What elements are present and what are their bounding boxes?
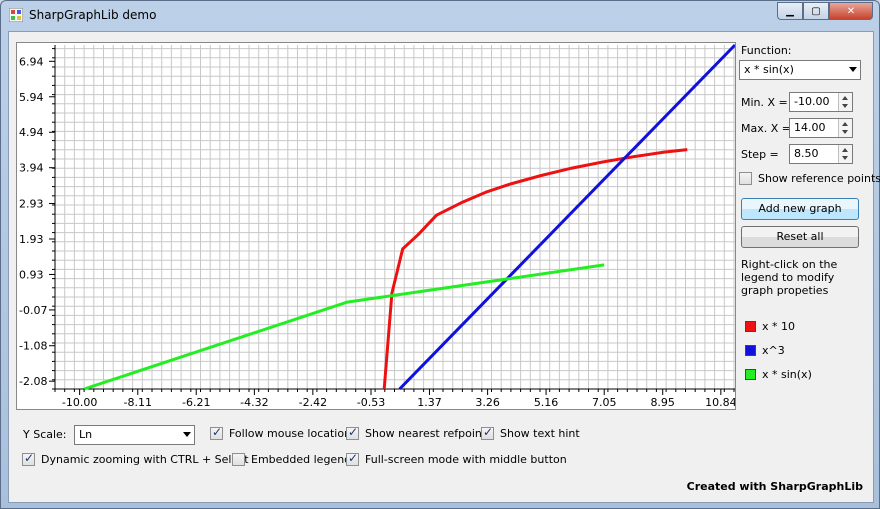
show-reference-points-checkbox[interactable]: Show reference points (739, 172, 880, 185)
step-value: 8.50 (794, 147, 819, 160)
function-value: x * sin(x) (744, 63, 794, 76)
reset-all-button[interactable]: Reset all (741, 226, 859, 248)
close-icon: ✕ (846, 5, 856, 17)
maximize-button[interactable]: ▢ (803, 2, 829, 20)
y-scale-combo[interactable]: Ln (74, 425, 195, 445)
embedded-legend-checkbox[interactable]: Embedded legend (232, 453, 351, 466)
app-window: SharpGraphLib demo ▁ ▢ ✕ 6.94 5.94 4.94 3.9… (0, 0, 880, 509)
checkbox-icon (739, 172, 752, 185)
legend-swatch (745, 321, 756, 332)
max-x-label: Max. X = (741, 122, 791, 135)
main-panel: 6.94 5.94 4.94 3.94 2.93 1.93 0.93 -0.07 -1.08 -2… (8, 31, 880, 503)
min-x-value: -10.00 (794, 95, 830, 108)
y-tick-label: -2.08 (19, 375, 47, 388)
legend-swatch (745, 345, 756, 356)
y-tick-label: 5.94 (19, 91, 44, 104)
x-tick-label: -6.21 (182, 396, 210, 409)
show-text-hint-checkbox[interactable]: Show text hint (481, 425, 580, 440)
checkbox-icon (232, 453, 245, 466)
series-line-1[interactable] (398, 43, 735, 391)
legend-item[interactable]: x * sin(x) (745, 368, 812, 381)
y-tick-label: 3.94 (19, 162, 44, 175)
embedded-legend-label: Embedded legend (251, 453, 352, 466)
legend-item[interactable]: x^3 (745, 344, 785, 357)
max-x-stepper[interactable]: 14.00 (789, 118, 853, 138)
checkbox-checked-icon (22, 451, 35, 466)
checkbox-checked-icon (346, 425, 359, 440)
y-scale-value: Ln (79, 428, 93, 441)
y-tick-label: 6.94 (19, 55, 44, 68)
step-stepper[interactable]: 8.50 (789, 144, 853, 164)
x-tick-label: -4.32 (240, 396, 268, 409)
max-x-value: 14.00 (794, 121, 826, 134)
x-tick-label: 7.05 (592, 396, 617, 409)
step-label: Step = (741, 148, 779, 161)
x-tick-label: 8.95 (650, 396, 675, 409)
fullscreen-mode-checkbox[interactable]: Full-screen mode with middle button (346, 451, 567, 466)
y-tick-label: 1.93 (19, 233, 44, 246)
follow-mouse-checkbox[interactable]: Follow mouse location (210, 425, 352, 440)
x-tick-label: 5.16 (534, 396, 559, 409)
x-tick-label: -2.42 (299, 396, 327, 409)
function-label: Function: (741, 44, 792, 57)
fullscreen-mode-label: Full-screen mode with middle button (365, 453, 567, 466)
spin-arrows-icon[interactable] (838, 93, 852, 111)
legend-swatch (745, 369, 756, 380)
chevron-down-icon (183, 432, 191, 437)
function-combo[interactable]: x * sin(x) (739, 60, 861, 80)
spin-arrows-icon[interactable] (838, 145, 852, 163)
spin-arrows-icon[interactable] (838, 119, 852, 137)
y-tick-label: -1.08 (19, 340, 47, 353)
legend-label: x^3 (762, 344, 785, 357)
y-tick-label: 0.93 (19, 268, 44, 281)
show-reference-points-label: Show reference points (758, 172, 880, 185)
title-bar[interactable]: SharpGraphLib demo ▁ ▢ ✕ (1, 1, 879, 31)
app-icon (9, 8, 23, 22)
y-tick-label: 4.94 (19, 126, 44, 139)
dynamic-zooming-label: Dynamic zooming with CTRL + Select (41, 453, 249, 466)
dynamic-zooming-checkbox[interactable]: Dynamic zooming with CTRL + Select (22, 451, 249, 466)
y-tick-label: -0.07 (19, 304, 47, 317)
checkbox-checked-icon (210, 425, 223, 440)
minimize-button[interactable]: ▁ (777, 2, 803, 20)
x-tick-label: -8.11 (124, 396, 152, 409)
x-tick-label: -10.00 (62, 396, 97, 409)
legend-label: x * 10 (762, 320, 795, 333)
x-tick-label: 1.37 (417, 396, 442, 409)
checkbox-checked-icon (346, 451, 359, 466)
close-button[interactable]: ✕ (829, 2, 873, 20)
min-x-stepper[interactable]: -10.00 (789, 92, 853, 112)
y-scale-label: Y Scale: (23, 428, 67, 441)
show-text-hint-label: Show text hint (500, 427, 580, 440)
legend-hint: Right-click on the legend to modify grap… (741, 258, 838, 297)
x-tick-label: -0.53 (357, 396, 385, 409)
legend-item[interactable]: x * 10 (745, 320, 795, 333)
chevron-down-icon (849, 67, 857, 72)
add-new-graph-button[interactable]: Add new graph (741, 198, 859, 220)
graph-canvas[interactable]: 6.94 5.94 4.94 3.94 2.93 1.93 0.93 -0.07 -1.08 -2… (17, 43, 735, 409)
x-tick-label: 3.26 (475, 396, 500, 409)
legend-label: x * sin(x) (762, 368, 812, 381)
follow-mouse-label: Follow mouse location (229, 427, 352, 440)
x-tick-label: 10.84 (705, 396, 735, 409)
footer-credit: Created with SharpGraphLib (686, 480, 863, 493)
min-x-label: Min. X = (741, 96, 788, 109)
y-tick-label: 2.93 (19, 198, 44, 211)
maximize-icon: ▢ (811, 5, 821, 17)
show-nearest-label: Show nearest refpoint (365, 427, 487, 440)
window-title: SharpGraphLib demo (29, 8, 157, 22)
checkbox-checked-icon (481, 425, 494, 440)
minimize-icon: ▁ (786, 5, 794, 17)
show-nearest-refpoint-checkbox[interactable]: Show nearest refpoint (346, 425, 487, 440)
graph-area[interactable]: 6.94 5.94 4.94 3.94 2.93 1.93 0.93 -0.07 -1.08 -2… (16, 42, 736, 410)
grid (54, 45, 735, 390)
